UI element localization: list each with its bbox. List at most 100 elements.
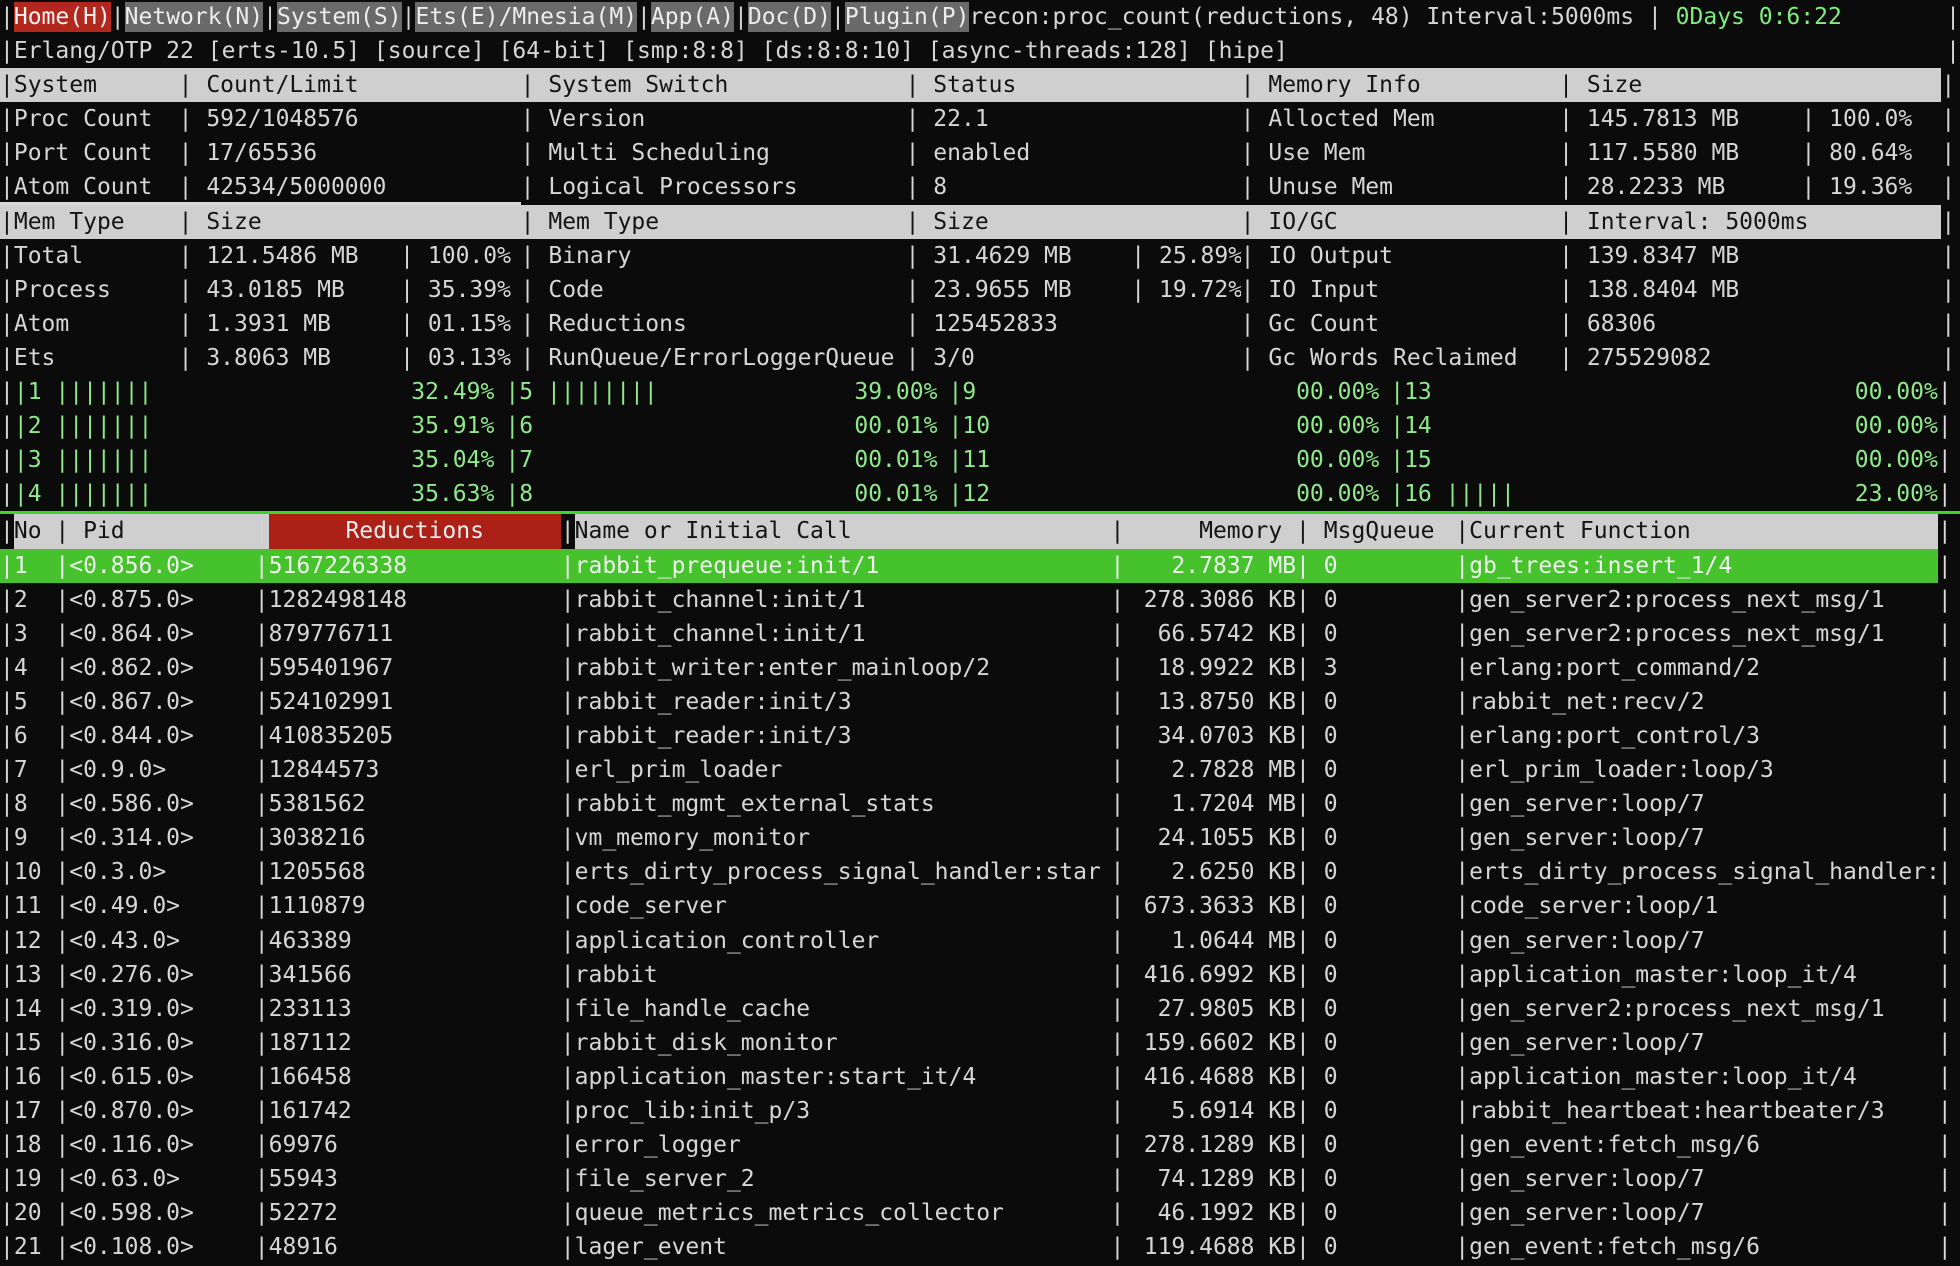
cell-current-function: gen_server:loop/7 bbox=[1455, 1026, 1938, 1060]
row-end-pipe bbox=[1941, 307, 1960, 341]
cell-current-function-text: application_master:loop_it/4 bbox=[1469, 1060, 1857, 1094]
cell-pid-text: <0.598.0> bbox=[69, 1196, 194, 1230]
cell-current-function: gen_server:loop/7 bbox=[1455, 924, 1938, 958]
cell-memory: 2.6250 KB bbox=[1111, 855, 1297, 889]
mem-label: Allocted Mem bbox=[1241, 102, 1559, 136]
cell-name-text: rabbit_reader:init/3 bbox=[575, 719, 852, 753]
process-row: 15<0.316.0>187112rabbit_disk_monitor159.… bbox=[0, 1026, 1960, 1060]
row-end-pipe bbox=[1938, 889, 1960, 923]
cell-memory-text: 2.7837 MB bbox=[1171, 549, 1296, 583]
cell-name-text: file_server_2 bbox=[575, 1162, 755, 1196]
cell-no-text: 12 bbox=[14, 924, 42, 958]
cell-memory-text: 1.0644 MB bbox=[1171, 924, 1296, 958]
cell-msgqueue: 0 bbox=[1296, 855, 1455, 889]
tab-plugin[interactable]: Plugin(P) bbox=[845, 2, 970, 32]
mem-size: 3/0 bbox=[906, 341, 1241, 375]
separator bbox=[255, 514, 269, 548]
memory-row-ets: Ets 3.8063 MB 03.13% RunQueue/ErrorLogge… bbox=[0, 341, 1960, 375]
cell-reductions: 5381562 bbox=[255, 787, 561, 821]
cell-current-function: gen_event:fetch_msg/6 bbox=[1455, 1128, 1938, 1162]
cell-name-text: rabbit_disk_monitor bbox=[575, 1026, 838, 1060]
mem-percent: 19.72% bbox=[1131, 273, 1240, 307]
scheduler-id: |4 bbox=[14, 477, 42, 511]
cell-reductions-text: 55943 bbox=[269, 1162, 338, 1196]
cell-memory: 416.4688 KB bbox=[1111, 1060, 1297, 1094]
cell-name: proc_lib:init_p/3 bbox=[561, 1094, 1111, 1128]
cell-msgqueue: 0 bbox=[1296, 821, 1455, 855]
cell-reductions: 52272 bbox=[255, 1196, 561, 1230]
tab-home[interactable]: Home(H) bbox=[14, 2, 111, 32]
cell-reductions-text: 410835205 bbox=[269, 719, 394, 753]
cell-name-text: rabbit_channel:init/1 bbox=[575, 583, 866, 617]
tab-ets-mnesia[interactable]: Ets(E)/Mnesia(M) bbox=[415, 2, 637, 32]
process-row: 14<0.319.0>233113file_handle_cache27.980… bbox=[0, 992, 1960, 1026]
cell-msgqueue: 0 bbox=[1296, 1128, 1455, 1162]
tab-app[interactable]: App(A) bbox=[651, 2, 734, 32]
cell-memory-text: 13.8750 KB bbox=[1158, 685, 1296, 719]
scheduler-row: |1|||||||32.49%|5||||||||39.00%|900.00%|… bbox=[0, 375, 1960, 409]
process-row: 10<0.3.0>1205568erts_dirty_process_signa… bbox=[0, 855, 1960, 889]
cell-current-function-text: gen_event:fetch_msg/6 bbox=[1469, 1230, 1760, 1264]
cell-memory-text: 18.9922 KB bbox=[1158, 651, 1296, 685]
cell-pid-text: <0.314.0> bbox=[69, 821, 194, 855]
cell-msgqueue-text: 0 bbox=[1324, 855, 1338, 889]
cell-no: 16 bbox=[0, 1060, 55, 1094]
process-row: 17<0.870.0>161742proc_lib:init_p/35.6914… bbox=[0, 1094, 1960, 1128]
tab-network[interactable]: Network(N) bbox=[125, 2, 263, 32]
cell-msgqueue-text: 3 bbox=[1324, 651, 1338, 685]
scheduler-usage-1: |1|||||||32.49% bbox=[14, 375, 506, 409]
io-gc-label: IO Input bbox=[1241, 273, 1559, 307]
cell-name-text: error_logger bbox=[575, 1128, 741, 1162]
cell-name-text: rabbit_prequeue:init/1 bbox=[575, 549, 880, 583]
cell-memory-text: 278.1289 KB bbox=[1144, 1128, 1296, 1162]
cell-current-function-text: gen_server:loop/7 bbox=[1469, 924, 1704, 958]
cell-name: rabbit_channel:init/1 bbox=[561, 617, 1111, 651]
metric-value: 17/65536 bbox=[179, 136, 521, 170]
separator bbox=[0, 409, 14, 443]
scheduler-usage-8: |800.01% bbox=[505, 477, 948, 511]
separator bbox=[1946, 34, 1960, 68]
scheduler-id: |9 bbox=[949, 375, 977, 409]
switch-value: 8 bbox=[906, 170, 1241, 204]
col-pid: Pid bbox=[55, 514, 254, 548]
col-status: Status bbox=[906, 68, 1241, 102]
cell-current-function-text: gen_server2:process_next_msg/1 bbox=[1469, 583, 1884, 617]
cell-memory-text: 5.6914 KB bbox=[1171, 1094, 1296, 1128]
cell-current-function: gen_server2:process_next_msg/1 bbox=[1455, 583, 1938, 617]
mem-label: Unuse Mem bbox=[1241, 170, 1559, 204]
col-reductions-sort[interactable]: Reductions bbox=[255, 514, 561, 548]
cell-current-function-text: gen_server:loop/7 bbox=[1469, 1196, 1704, 1230]
cell-pid-text: <0.844.0> bbox=[69, 719, 194, 753]
scheduler-row: |2|||||||35.91%|600.01%|1000.00%|1400.00… bbox=[0, 409, 1960, 443]
cell-msgqueue-text: 0 bbox=[1324, 1162, 1338, 1196]
cell-reductions-text: 1205568 bbox=[269, 855, 366, 889]
scheduler-usage-percent: 00.00% bbox=[1855, 443, 1938, 477]
mem-size: 117.5580 MB bbox=[1559, 136, 1801, 170]
scheduler-usage-percent: 00.00% bbox=[1855, 375, 1938, 409]
cell-msgqueue-text: 0 bbox=[1324, 1230, 1338, 1264]
row-end-pipe bbox=[1938, 1060, 1960, 1094]
row-end-pipe bbox=[1938, 924, 1960, 958]
cell-reductions: 410835205 bbox=[255, 719, 561, 753]
row-end-pipe bbox=[1941, 239, 1960, 273]
cell-name-text: vm_memory_monitor bbox=[575, 821, 810, 855]
cell-no-text: 2 bbox=[14, 583, 28, 617]
cell-current-function: code_server:loop/1 bbox=[1455, 889, 1938, 923]
cell-pid-text: <0.319.0> bbox=[69, 992, 194, 1026]
io-gc-label: IO Output bbox=[1241, 239, 1559, 273]
tab-doc[interactable]: Doc(D) bbox=[748, 2, 831, 32]
scheduler-usage-2: |2|||||||35.91% bbox=[14, 409, 506, 443]
separator bbox=[1946, 0, 1960, 34]
metric-label: Proc Count bbox=[0, 102, 179, 136]
cell-no-text: 14 bbox=[14, 992, 42, 1026]
tab-system[interactable]: System(S) bbox=[277, 2, 402, 32]
row-end-pipe bbox=[1938, 1162, 1960, 1196]
cell-reductions-text: 341566 bbox=[269, 958, 352, 992]
io-gc-value: 139.8347 MB bbox=[1559, 239, 1941, 273]
cell-no-text: 9 bbox=[14, 821, 28, 855]
cell-pid-text: <0.875.0> bbox=[69, 583, 194, 617]
cell-reductions-text: 161742 bbox=[269, 1094, 352, 1128]
cell-pid: <0.314.0> bbox=[55, 821, 254, 855]
cell-current-function: erlang:port_command/2 bbox=[1455, 651, 1938, 685]
mem-size: 28.2233 MB bbox=[1559, 170, 1801, 204]
